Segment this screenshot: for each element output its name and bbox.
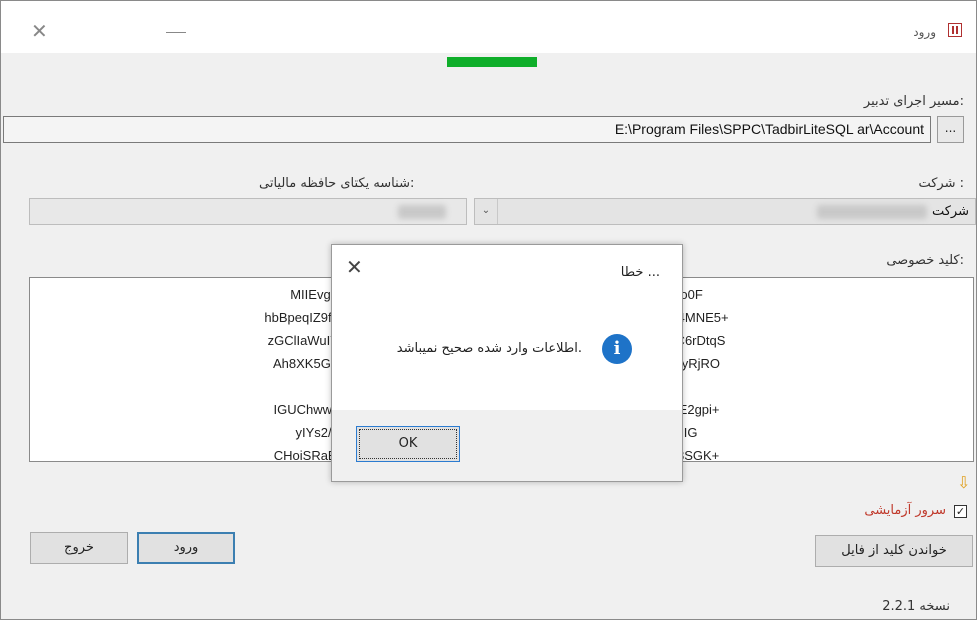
test-server-label: سرور آزمایشی [864, 503, 946, 518]
info-icon: i [602, 334, 632, 364]
company-value: شرکت [931, 204, 969, 219]
version-label: نسخه 2.2.1 [882, 599, 950, 614]
window-title: ورود [913, 25, 936, 39]
login-button[interactable]: ورود [137, 532, 235, 564]
status-bar: نسخه 2.2.1 [1, 596, 976, 619]
browse-button[interactable]: ... [937, 116, 964, 143]
redacted-value [398, 205, 446, 219]
tax-id-input[interactable] [29, 198, 467, 225]
redacted-value [817, 205, 927, 219]
close-icon[interactable]: ✕ [31, 19, 48, 43]
error-dialog: ✕ خطا ... i اطلاعات وارد شده صحیح نمیباش… [331, 244, 683, 482]
down-arrow-icon: ⇩ [957, 473, 971, 492]
minimize-icon[interactable] [166, 32, 186, 33]
login-window: ✕ ورود مسیر اجرای تدبیر: E:\Program File… [0, 0, 977, 620]
test-server-checkbox[interactable]: ✓ [954, 505, 967, 518]
dialog-title: خطا ... [620, 265, 660, 280]
progress-bar [447, 57, 537, 67]
company-select[interactable]: ⌄ شرکت [474, 198, 976, 225]
exit-button[interactable]: خروج [30, 532, 128, 564]
path-input[interactable]: E:\Program Files\SPPC\TadbirLiteSQL ar\A… [3, 116, 931, 143]
read-key-from-file-button[interactable]: خواندن کلید از فایل [815, 535, 973, 567]
dialog-footer: OK [332, 410, 682, 481]
title-bar: ✕ ورود [1, 1, 976, 53]
tax-id-label: شناسه یکتای حافظه مالیاتی: [259, 176, 415, 191]
ok-button[interactable]: OK [356, 426, 460, 462]
chevron-down-icon[interactable]: ⌄ [475, 199, 498, 224]
dialog-message: اطلاعات وارد شده صحیح نمیباشد. [396, 341, 582, 356]
private-key-label: کلید خصوصی: [886, 253, 964, 268]
app-logo-icon [948, 23, 962, 37]
close-icon[interactable]: ✕ [346, 255, 363, 279]
path-label: مسیر اجرای تدبیر: [863, 94, 964, 109]
company-label: شرکت : [918, 176, 964, 191]
